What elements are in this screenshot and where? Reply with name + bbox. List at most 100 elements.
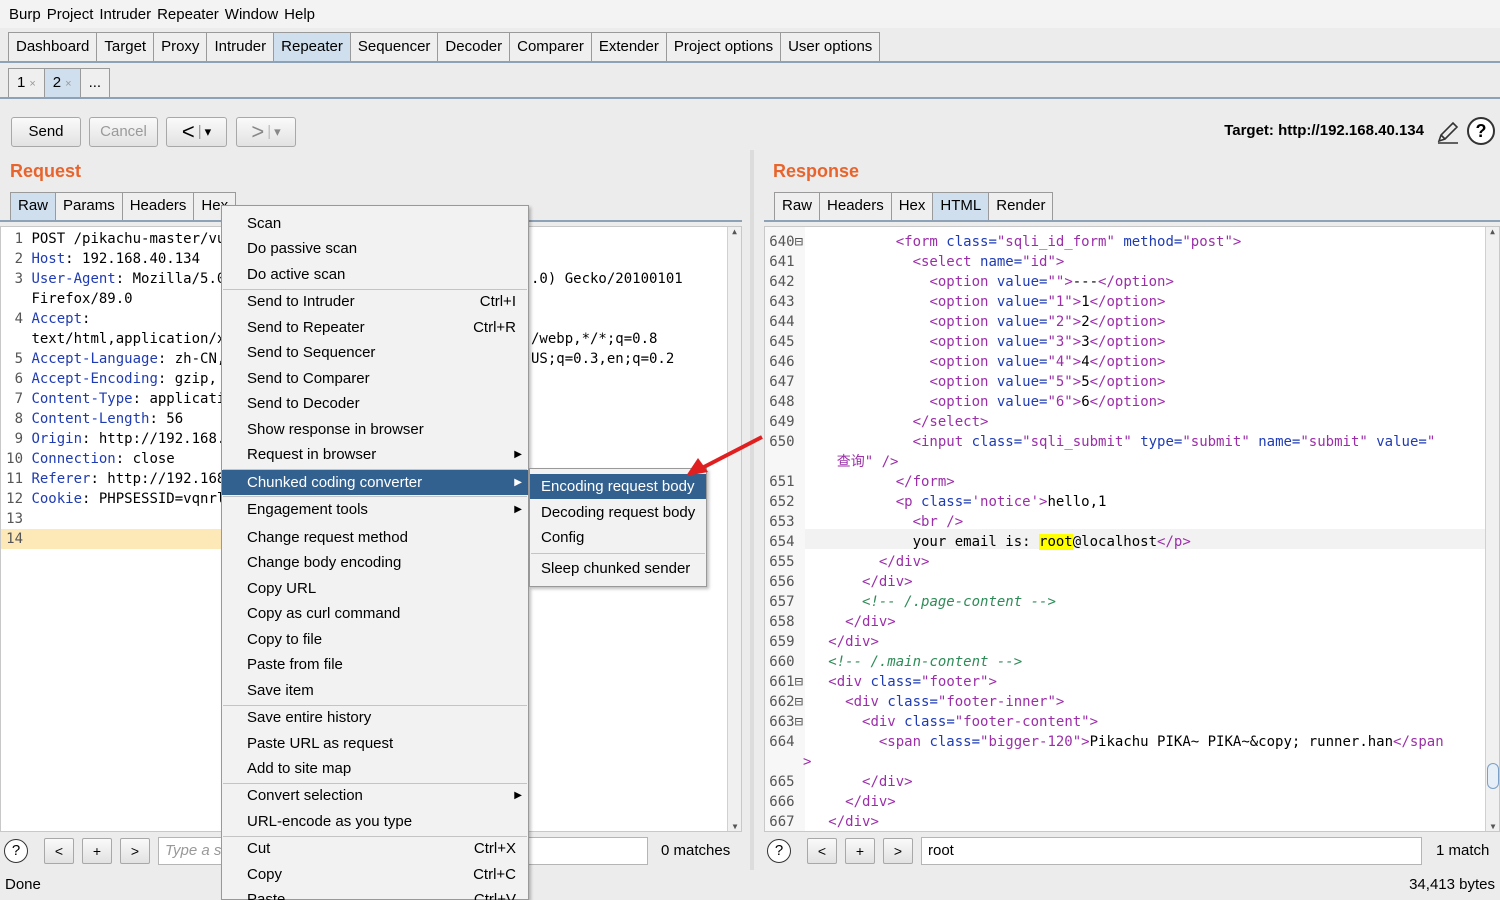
search-next-button[interactable]: > <box>120 838 150 864</box>
menu-item-copy-url[interactable]: Copy URL <box>222 576 528 601</box>
response-tab-headers[interactable]: Headers <box>819 192 892 220</box>
tab-project-options[interactable]: Project options <box>665 32 782 62</box>
repeater-tab-label: 2 <box>52 74 62 91</box>
help-icon[interactable]: ? <box>4 839 28 863</box>
menu-item-change-request-method[interactable]: Change request method <box>222 525 528 550</box>
response-tabs: Raw Headers Hex HTML Render <box>774 192 1054 220</box>
status-text: Done <box>5 876 41 893</box>
repeater-tab-new[interactable]: ... <box>79 68 111 97</box>
menu-window[interactable]: Window <box>225 6 278 23</box>
search-prev-button[interactable]: < <box>807 838 837 864</box>
close-icon[interactable]: × <box>29 78 35 90</box>
repeater-tab-1[interactable]: 1 × <box>8 68 45 97</box>
menu-item-copy-to-file[interactable]: Copy to file <box>222 627 528 652</box>
menu-item-cut[interactable]: Cut Ctrl+X <box>222 836 528 861</box>
menu-item-show-response-in-browser[interactable]: Show response in browser <box>222 417 528 442</box>
menu-item-label: Convert selection <box>247 787 363 804</box>
request-line: 13 <box>6 511 23 527</box>
menu-item-request-in-browser[interactable]: Request in browser ▶ <box>222 442 528 467</box>
tab-repeater[interactable]: Repeater <box>273 32 351 62</box>
request-line: 6 Accept-Encoding: gzip, <box>14 371 217 387</box>
search-prev-button[interactable]: < <box>44 838 74 864</box>
response-tab-html[interactable]: HTML <box>932 192 990 220</box>
submenu-item-config[interactable]: Config <box>530 525 706 550</box>
menu-item-engagement-tools[interactable]: Engagement tools ▶ <box>222 497 528 522</box>
menu-item-send-to-sequencer[interactable]: Send to Sequencer <box>222 340 528 365</box>
menu-intruder[interactable]: Intruder <box>99 6 151 23</box>
submenu-arrow-icon: ▶ <box>514 477 522 488</box>
menu-item-paste-from-file[interactable]: Paste from file <box>222 652 528 677</box>
back-button[interactable]: < | ▾ <box>166 117 227 147</box>
menu-item-change-body-encoding[interactable]: Change body encoding <box>222 550 528 575</box>
help-icon[interactable]: ? <box>767 839 791 863</box>
menu-help[interactable]: Help <box>284 6 315 23</box>
response-tab-render[interactable]: Render <box>988 192 1054 220</box>
edit-target-icon[interactable] <box>1434 118 1462 146</box>
repeater-tab-2[interactable]: 2 × <box>43 68 81 97</box>
menu-item-send-to-intruder[interactable]: Send to Intruder Ctrl+I <box>222 289 528 314</box>
menu-project[interactable]: Project <box>47 6 94 23</box>
help-icon[interactable]: ? <box>1467 117 1495 145</box>
tab-intruder[interactable]: Intruder <box>206 32 275 62</box>
tab-extender[interactable]: Extender <box>590 32 667 62</box>
response-line: 652 <p class='notice'>hello,1 <box>769 494 1107 510</box>
response-line: 658 </div> <box>769 614 896 630</box>
request-tab-params[interactable]: Params <box>55 192 123 220</box>
scroll-thumb[interactable] <box>1487 763 1499 789</box>
scroll-up-icon[interactable]: ▲ <box>1486 227 1499 236</box>
menu-item-save-item[interactable]: Save item <box>222 678 528 703</box>
menu-item-active-scan[interactable]: Do active scan <box>222 262 528 287</box>
scroll-down-icon[interactable]: ▼ <box>1486 822 1499 831</box>
menu-item-passive-scan[interactable]: Do passive scan <box>222 236 528 261</box>
tab-dashboard[interactable]: Dashboard <box>8 32 98 62</box>
submenu-item-sleep-chunked-sender[interactable]: Sleep chunked sender <box>530 556 706 581</box>
response-size: 34,413 bytes <box>1409 876 1495 893</box>
tab-target[interactable]: Target <box>96 32 155 62</box>
menu-burp[interactable]: Burp <box>9 6 41 23</box>
menu-item-send-to-repeater[interactable]: Send to Repeater Ctrl+R <box>222 315 528 340</box>
send-button[interactable]: Send <box>11 117 81 147</box>
menu-item-send-to-decoder[interactable]: Send to Decoder <box>222 391 528 416</box>
menu-item-scan[interactable]: Scan <box>222 211 528 236</box>
cancel-button[interactable]: Cancel <box>89 117 158 147</box>
search-next-button[interactable]: > <box>883 838 913 864</box>
menu-item-send-to-comparer[interactable]: Send to Comparer <box>222 366 528 391</box>
menu-item-paste[interactable]: Paste Ctrl+V <box>222 887 528 900</box>
menu-item-chunked-coding-converter[interactable]: Chunked coding converter ▶ <box>222 470 528 495</box>
request-tab-headers[interactable]: Headers <box>121 192 195 220</box>
tab-user-options[interactable]: User options <box>780 32 881 62</box>
menu-item-save-entire-history[interactable]: Save entire history <box>222 705 528 730</box>
tab-decoder[interactable]: Decoder <box>437 32 511 62</box>
tab-comparer[interactable]: Comparer <box>509 32 592 62</box>
response-editor[interactable]: 640⊟ <form class="sqli_id_form" method="… <box>764 226 1500 832</box>
scroll-down-icon[interactable]: ▼ <box>728 822 741 831</box>
menu-repeater[interactable]: Repeater <box>157 6 219 23</box>
request-scrollbar[interactable]: ▲ ▼ <box>727 227 741 831</box>
response-tab-hex[interactable]: Hex <box>890 192 934 220</box>
menu-item-label: Paste <box>247 891 286 900</box>
submenu-item-decoding-request-body[interactable]: Decoding request body <box>530 500 706 525</box>
menu-item-url-encode-as-you-type[interactable]: URL-encode as you type <box>222 809 528 834</box>
tab-proxy[interactable]: Proxy <box>153 32 208 62</box>
menu-bar: Burp Project Intruder Repeater Window He… <box>0 0 1500 28</box>
menu-item-paste-url-as-request[interactable]: Paste URL as request <box>222 731 528 756</box>
response-scrollbar[interactable]: ▲ ▼ <box>1485 227 1499 831</box>
menu-item-add-to-site-map[interactable]: Add to site map <box>222 756 528 781</box>
forward-button[interactable]: > | ▾ <box>236 117 296 147</box>
menu-item-convert-selection[interactable]: Convert selection ▶ <box>222 783 528 808</box>
menu-item-copy-as-curl[interactable]: Copy as curl command <box>222 601 528 626</box>
tab-sequencer[interactable]: Sequencer <box>349 32 439 62</box>
close-icon[interactable]: × <box>65 78 71 90</box>
subtabs-divider <box>0 97 1500 99</box>
search-add-button[interactable]: + <box>82 838 112 864</box>
response-tab-raw[interactable]: Raw <box>774 192 821 220</box>
request-tab-raw[interactable]: Raw <box>10 192 57 220</box>
search-add-button[interactable]: + <box>845 838 875 864</box>
response-search-input[interactable]: root <box>921 837 1422 865</box>
request-line: 5 Accept-Language: zh-CN, <box>14 351 226 367</box>
menu-item-copy[interactable]: Copy Ctrl+C <box>222 862 528 887</box>
chevron-down-icon[interactable]: ▾ <box>274 118 281 146</box>
panel-splitter[interactable] <box>750 150 754 870</box>
chevron-down-icon[interactable]: ▾ <box>205 118 212 146</box>
scroll-up-icon[interactable]: ▲ <box>728 227 741 236</box>
